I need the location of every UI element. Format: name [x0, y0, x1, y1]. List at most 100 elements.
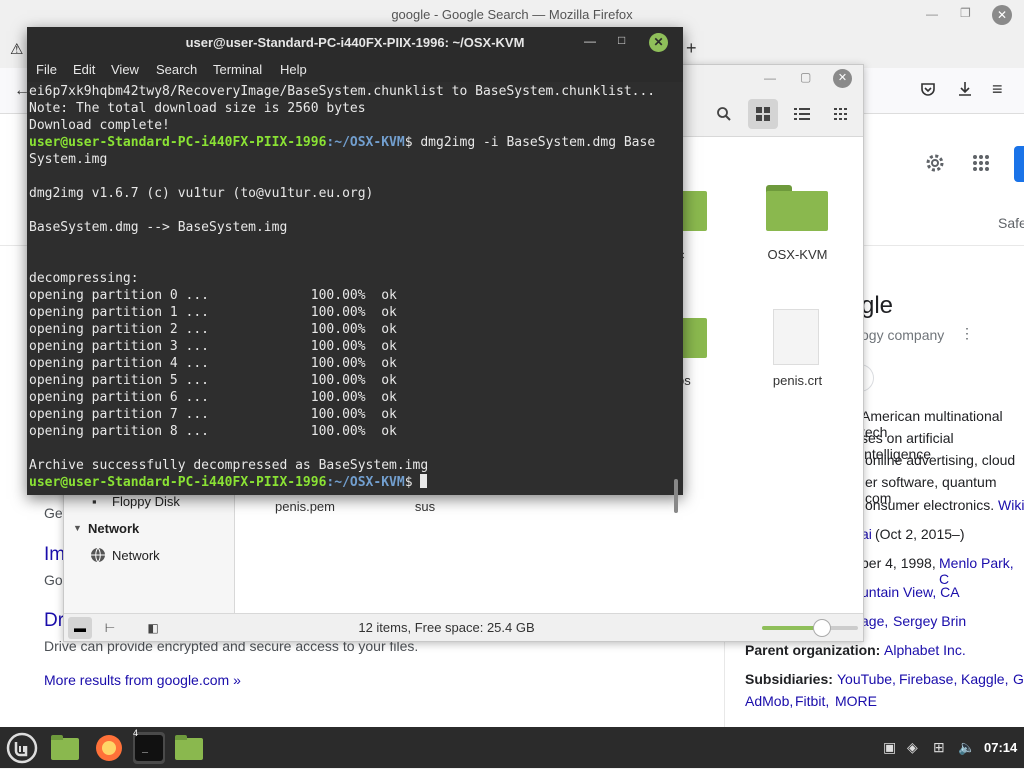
prompt-user: user@user-Standard-PC-i440FX-PIIX-1996 — [29, 135, 327, 150]
item-label[interactable]: penis.crt — [755, 373, 840, 388]
item-label[interactable]: OSX-KVM — [755, 247, 840, 262]
menu-icon[interactable]: ≡ — [992, 79, 1003, 100]
minimize-icon[interactable]: — — [926, 7, 938, 21]
network-tray-icon[interactable]: ⊞ — [933, 739, 945, 756]
volume-icon[interactable]: 🔈 — [958, 739, 975, 756]
menu-file[interactable]: File — [36, 62, 57, 77]
close-icon[interactable]: ✕ — [649, 33, 668, 52]
more-results-link[interactable]: More results from google.com » — [44, 672, 241, 688]
terminal-line: opening partition 8 ... 100.00% ok — [29, 424, 397, 439]
files-launcher-icon[interactable] — [49, 732, 81, 764]
kp-subsidiary-link[interactable]: AdMob, — [745, 693, 793, 709]
mint-menu-icon[interactable] — [6, 732, 38, 764]
shield-icon[interactable]: ◈ — [907, 739, 918, 756]
safesearch-label[interactable]: Safe — [998, 215, 1024, 231]
kp-hq-link[interactable]: untain View, CA — [861, 584, 960, 600]
sign-in-button[interactable] — [1014, 146, 1024, 182]
kp-founder-link[interactable]: Sergey Brin — [893, 613, 966, 629]
terminal-line: Archive successfully decompressed as Bas… — [29, 458, 429, 473]
terminal-output-block: dmg2img v1.6.7 (c) vu1tur (to@vu1tur.eu.… — [29, 168, 683, 474]
minimize-icon[interactable]: — — [584, 34, 596, 48]
terminal-line: decompressing: — [29, 271, 139, 286]
menu-search[interactable]: Search — [156, 62, 197, 77]
terminal-line: opening partition 1 ... 100.00% ok — [29, 305, 397, 320]
kp-parent-label: Parent organization: — [745, 642, 881, 658]
kp-more-options-icon[interactable]: ⋮ — [960, 325, 974, 342]
terminal-output[interactable]: ei6p7xk9hqbm42twy8/RecoveryImage/BaseSys… — [27, 82, 683, 495]
terminal-taskbar-button[interactable]: _ 4 — [133, 728, 165, 764]
kp-founded-place-link[interactable]: Menlo Park, C — [939, 555, 1024, 587]
new-tab-button[interactable]: + — [686, 38, 697, 59]
minimize-icon[interactable]: — — [764, 71, 776, 85]
prompt-user: user@user-Standard-PC-i440FX-PIIX-1996 — [29, 475, 327, 490]
zoom-slider[interactable] — [762, 619, 858, 637]
file-manager-statusbar: ▬ ⊢ ◧ 12 items, Free space: 25.4 GB — [64, 613, 863, 641]
terminal-line: System.img — [29, 152, 108, 167]
terminal-line: opening partition 3 ... 100.00% ok — [29, 339, 397, 354]
kp-parent-link[interactable]: Alphabet Inc. — [884, 642, 966, 658]
close-icon[interactable]: ✕ — [992, 5, 1012, 25]
folder-icon[interactable] — [766, 185, 828, 231]
kp-ceo-date: (Oct 2, 2015–) — [875, 526, 965, 542]
terminal-window: user@user-Standard-PC-i440FX-PIIX-1996: … — [27, 27, 683, 513]
pocket-icon[interactable] — [920, 81, 936, 102]
icon-view-button[interactable] — [748, 99, 778, 129]
terminal-line: dmg2img v1.6.7 (c) vu1tur (to@vu1tur.eu.… — [29, 186, 374, 201]
collapse-arrow-icon[interactable]: ▼ — [73, 523, 82, 533]
sidebar-section-network[interactable]: Network — [88, 521, 139, 536]
terminal-line: BaseSystem.dmg --> BaseSystem.img — [29, 220, 288, 235]
kp-subsidiary-link[interactable]: Fitbit, — [795, 693, 829, 709]
terminal-prompt-line: user@user-Standard-PC-i440FX-PIIX-1996:~… — [29, 474, 683, 491]
terminal-line: opening partition 7 ... 100.00% ok — [29, 407, 397, 422]
kp-subsidiary-link[interactable]: YouTube, — [837, 671, 896, 687]
menu-terminal[interactable]: Terminal — [213, 62, 262, 77]
menu-edit[interactable]: Edit — [73, 62, 95, 77]
settings-gear-icon[interactable] — [924, 152, 946, 179]
compact-view-button[interactable] — [826, 99, 856, 129]
sidebar-item-floppy-disk[interactable]: Floppy Disk — [112, 494, 180, 509]
kp-subsidiary-link[interactable]: Kaggle, — [961, 671, 1008, 687]
menu-view[interactable]: View — [111, 62, 139, 77]
item-label[interactable]: penis.pem — [265, 499, 345, 514]
maximize-icon[interactable]: □ — [618, 33, 625, 47]
search-icon[interactable] — [709, 99, 739, 129]
result-title-link[interactable]: Dr — [44, 610, 64, 632]
kp-founder-link[interactable]: age, — [861, 613, 888, 629]
clock[interactable]: 07:14 — [984, 740, 1017, 755]
result-title-link[interactable]: Im — [44, 544, 65, 566]
close-icon[interactable]: ✕ — [833, 69, 852, 88]
zoom-slider-handle[interactable] — [812, 619, 831, 637]
terminal-scrollbar[interactable] — [674, 479, 678, 513]
terminal-line: opening partition 0 ... 100.00% ok — [29, 288, 397, 303]
terminal-line: opening partition 6 ... 100.00% ok — [29, 390, 397, 405]
terminal-line: opening partition 2 ... 100.00% ok — [29, 322, 397, 337]
file-icon[interactable] — [773, 309, 819, 365]
firefox-titlebar: google - Google Search — Mozilla Firefox… — [0, 0, 1024, 30]
maximize-icon[interactable]: ▢ — [800, 70, 811, 84]
downloads-icon[interactable] — [957, 81, 973, 102]
kp-subsidiaries-label: Subsidiaries: — [745, 671, 833, 687]
kp-founded: ber 4, 1998, — [861, 555, 936, 571]
terminal-titlebar: user@user-Standard-PC-i440FX-PIIX-1996: … — [27, 27, 683, 58]
kp-subsidiary-link[interactable]: G — [1013, 671, 1024, 687]
menu-help[interactable]: Help — [280, 62, 307, 77]
file-manager-taskbar-button[interactable] — [173, 732, 205, 764]
prompt-path: :~/OSX-KVM — [326, 475, 405, 490]
kp-title: gle — [861, 292, 894, 319]
list-view-button[interactable] — [787, 99, 817, 129]
prompt-dollar: $ — [404, 475, 421, 490]
prompt-command: $ dmg2img -i BaseSystem.dmg Base — [404, 135, 656, 150]
firefox-launcher-icon[interactable] — [93, 732, 125, 764]
kp-subsidiary-link[interactable]: Firebase, — [899, 671, 957, 687]
clipboard-icon[interactable]: ▣ — [883, 739, 896, 756]
item-label[interactable]: sus — [400, 499, 450, 514]
maximize-icon[interactable]: ❐ — [960, 6, 971, 20]
sidebar-item-network[interactable]: Network — [112, 548, 160, 563]
kp-wiki-link[interactable]: Wiki — [998, 497, 1024, 513]
firefox-window-title: google - Google Search — Mozilla Firefox — [391, 7, 633, 22]
google-apps-grid-icon[interactable] — [972, 154, 990, 177]
kp-subsidiary-link[interactable]: MORE — [835, 693, 877, 709]
